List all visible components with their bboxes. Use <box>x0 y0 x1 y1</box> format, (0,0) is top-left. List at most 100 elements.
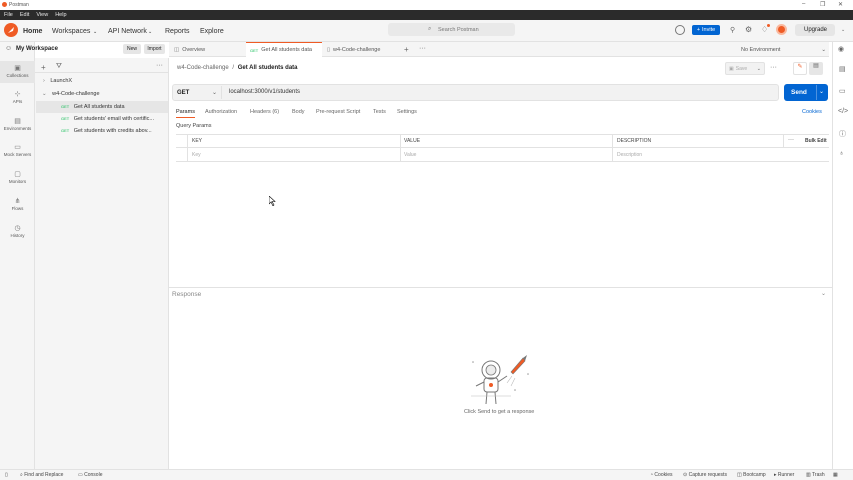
save-button[interactable]: ▣ Save ⌄ <box>725 62 765 75</box>
gear-icon[interactable]: ⚙ <box>745 25 752 34</box>
cookies-link[interactable]: Cookies <box>802 109 822 115</box>
add-collection-icon[interactable]: + <box>41 63 46 72</box>
postman-logo[interactable] <box>4 23 18 37</box>
trash-button[interactable]: ▥ Trash <box>806 472 825 478</box>
new-button[interactable]: New <box>123 44 141 54</box>
divider <box>176 147 829 148</box>
page-title[interactable]: Get All students data <box>238 65 298 71</box>
lightbulb-icon[interactable]: ♁ <box>839 150 844 157</box>
sidebar-item-mock-servers[interactable]: ▭ Mock Servers <box>0 143 35 157</box>
upgrade-button[interactable]: Upgrade <box>795 24 835 36</box>
comment-icon[interactable]: ▤ <box>809 62 823 75</box>
nav-api-network[interactable]: API Network <box>108 28 147 35</box>
more-options-icon[interactable]: ··· <box>156 62 163 69</box>
rocket-logo-icon <box>8 27 14 33</box>
divider <box>400 134 401 161</box>
tab-w4-code-challenge[interactable]: ▯ w4-Code-challenge <box>323 42 398 57</box>
minimize-icon[interactable]: – <box>802 1 805 7</box>
menu-view[interactable]: View <box>36 12 48 18</box>
divider <box>783 134 784 147</box>
invite-button[interactable]: + Invite <box>692 25 720 35</box>
menu-help[interactable]: Help <box>55 12 66 18</box>
info-icon[interactable]: ⓘ <box>839 129 846 139</box>
list-item[interactable]: GET Get students' email with certific... <box>61 116 154 122</box>
tab-overview[interactable]: ◫ Overview <box>170 42 240 57</box>
filter-icon[interactable]: ⛛ <box>56 63 62 71</box>
divider <box>169 287 832 288</box>
comments-icon[interactable]: ▭ <box>839 87 846 95</box>
satellite-icon[interactable]: ⚲ <box>730 26 735 34</box>
avatar[interactable] <box>776 24 787 35</box>
capture-requests-button[interactable]: ⊙ Capture requests <box>683 472 727 478</box>
edit-icon[interactable]: ✎ <box>793 62 807 75</box>
sidebar-item-environments[interactable]: ▤ Environments <box>0 117 35 131</box>
find-replace-button[interactable]: ⌕ Find and Replace <box>20 472 63 478</box>
layout-icon[interactable]: ▦ <box>833 472 838 478</box>
add-tab-icon[interactable]: + <box>404 45 409 54</box>
tab-get-all-students[interactable]: GET Get All students data <box>246 42 322 57</box>
list-item[interactable]: GET Get All students data <box>61 104 125 110</box>
url-input[interactable]: localhost:3000/v1/students <box>229 89 300 95</box>
more-options-icon[interactable]: ··· <box>770 64 777 71</box>
eye-icon[interactable]: ◉ <box>838 45 844 53</box>
tab-authorization[interactable]: Authorization <box>205 109 237 115</box>
chevron-down-icon[interactable]: ⌄ <box>821 290 826 297</box>
breadcrumb-parent[interactable]: w4-Code-challenge <box>177 65 229 71</box>
sidebar-item-collections[interactable]: ▣ Collections <box>0 61 35 83</box>
sidebar-item-history[interactable]: ◷ History <box>0 224 35 238</box>
method-select[interactable]: GET ⌄ <box>174 86 222 99</box>
list-item[interactable]: › LaunchX <box>43 78 72 84</box>
more-tabs-icon[interactable]: ··· <box>419 45 426 52</box>
code-icon[interactable]: </> <box>838 108 848 115</box>
nav-workspaces[interactable]: Workspaces <box>52 28 90 35</box>
chevron-down-icon[interactable]: ⌄ <box>148 29 152 35</box>
description-input[interactable]: Description <box>617 152 642 158</box>
divider <box>612 134 613 161</box>
chevron-down-icon[interactable]: ⌄ <box>819 88 824 95</box>
response-title: Response <box>172 291 202 298</box>
key-input[interactable]: Key <box>192 152 201 158</box>
nav-reports[interactable]: Reports <box>165 28 190 35</box>
bulk-edit-button[interactable]: Bulk Edit <box>805 138 827 144</box>
tab-settings[interactable]: Settings <box>397 109 417 115</box>
sidebar-item-monitors[interactable]: ▢ Monitors <box>0 170 35 184</box>
column-header-value: VALUE <box>404 138 421 144</box>
import-button[interactable]: Import <box>144 44 165 54</box>
active-tab-indicator <box>176 117 195 118</box>
documentation-icon[interactable]: ▤ <box>839 65 846 73</box>
chevron-down-icon[interactable]: ⌄ <box>841 27 845 33</box>
console-button[interactable]: ▭ Console <box>78 472 102 478</box>
column-header-description: DESCRIPTION <box>617 138 652 144</box>
cookies-button[interactable]: ◔ Cookies <box>650 472 673 478</box>
sidebar-item-flows[interactable]: ⋔ Flows <box>0 197 35 211</box>
maximize-icon[interactable]: ❐ <box>820 1 825 8</box>
menu-file[interactable]: File <box>4 12 13 18</box>
workspace-name[interactable]: My Workspace <box>16 46 58 52</box>
menu-edit[interactable]: Edit <box>20 12 29 18</box>
environment-select[interactable]: No Environment ⌄ <box>735 43 830 56</box>
close-icon[interactable]: ✕ <box>838 1 843 8</box>
list-item[interactable]: ⌄ w4-Code-challenge <box>42 91 100 97</box>
search-placeholder: Search Postman <box>438 27 479 33</box>
toggle-sidebar-icon[interactable]: ▯ <box>5 472 8 478</box>
sidebar-item-apis[interactable]: ⊹ APIs <box>0 90 35 104</box>
bootcamp-button[interactable]: ◫ Bootcamp <box>737 472 766 478</box>
tab-pre-request-script[interactable]: Pre-request Script <box>316 109 360 115</box>
title-bar: Postman – ❐ ✕ <box>0 0 853 10</box>
tab-tests[interactable]: Tests <box>373 109 386 115</box>
environments-icon: ▤ <box>14 118 21 125</box>
list-item[interactable]: GET Get students with credits abov... <box>61 128 152 134</box>
query-params-label: Query Params <box>176 123 212 129</box>
nav-home[interactable]: Home <box>23 28 42 35</box>
tab-params[interactable]: Params <box>176 109 195 115</box>
value-input[interactable]: Value <box>404 152 416 158</box>
nav-explore[interactable]: Explore <box>200 28 224 35</box>
chevron-down-icon[interactable]: ⌄ <box>93 29 97 35</box>
tab-headers[interactable]: Headers (6) <box>250 109 279 115</box>
sync-status-icon[interactable] <box>675 25 685 35</box>
more-options-icon[interactable]: ··· <box>788 137 794 143</box>
send-button[interactable]: Send ⌄ <box>784 84 828 101</box>
window-title: Postman <box>9 2 29 8</box>
tab-body[interactable]: Body <box>292 109 305 115</box>
runner-button[interactable]: ▸ Runner <box>774 472 794 478</box>
